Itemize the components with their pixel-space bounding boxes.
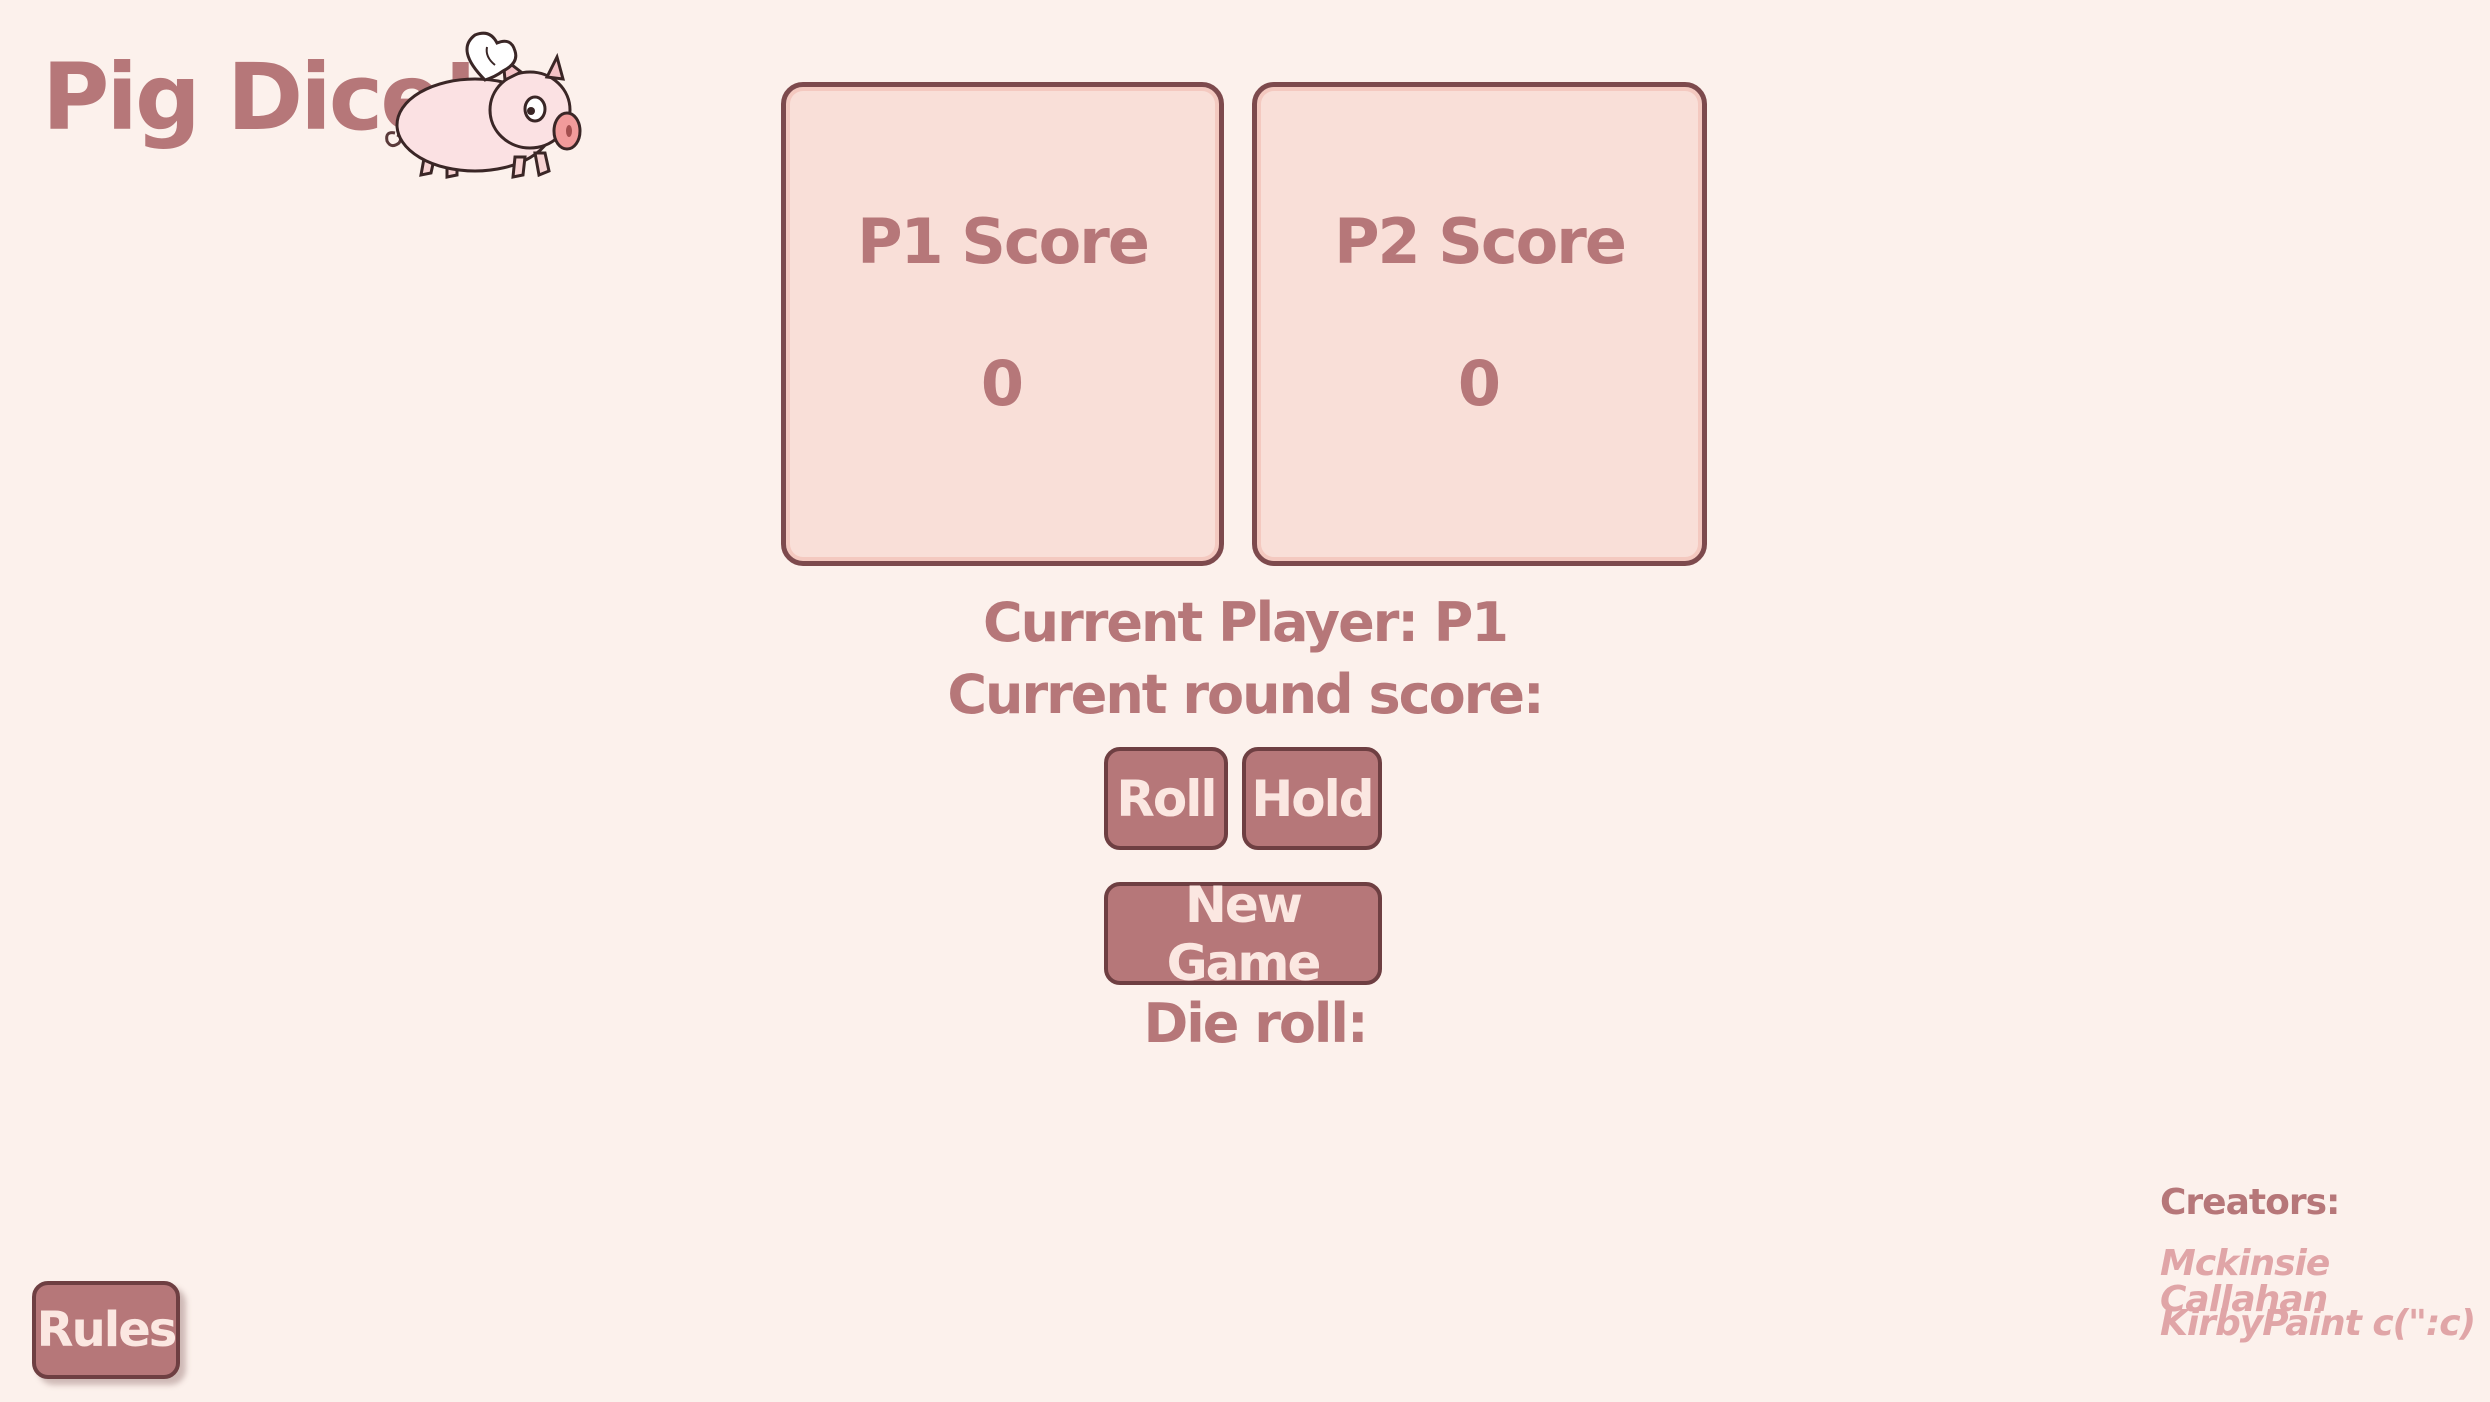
p1-score-value: 0 [980,347,1025,420]
current-player-text: Current Player: P1 [983,591,1509,654]
new-game-button[interactable]: New Game [1104,876,1382,992]
flying-pig-icon [385,31,582,179]
p2-score-label: P2 Score [1334,205,1627,278]
roll-button[interactable]: Roll [1104,747,1228,850]
hold-button[interactable]: Hold [1242,747,1382,850]
p2-score-card: P2 Score 0 [1252,82,1707,566]
p1-score-label: P1 Score [857,205,1150,278]
creator-name: KirbyPaint c(":c) [2160,1303,2476,1344]
p2-score-value: 0 [1457,347,1502,420]
die-roll-text: Die roll: [1143,992,1368,1055]
round-score-text: Current round score: [947,663,1544,726]
p1-score-card: P1 Score 0 [781,82,1224,566]
rules-button[interactable]: Rules [32,1281,180,1379]
creators-heading: Creators: [2160,1182,2340,1223]
